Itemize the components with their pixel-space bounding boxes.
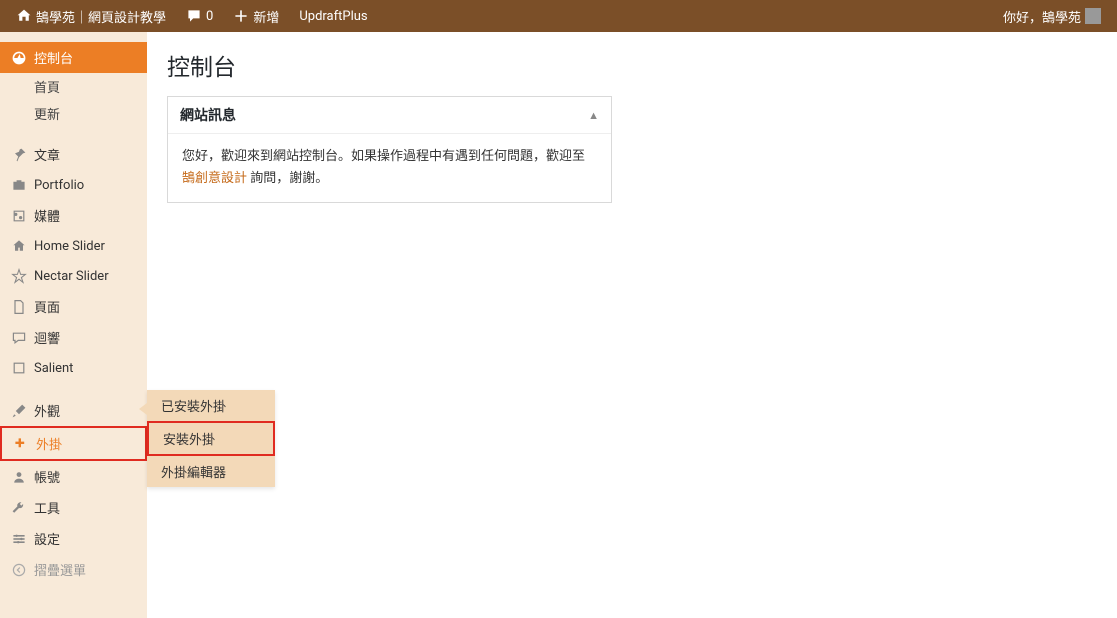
sidebar-item-pages[interactable]: 頁面 xyxy=(0,291,147,322)
submenu-installed-plugins[interactable]: 已安裝外掛 xyxy=(147,390,275,421)
plus-icon xyxy=(233,8,249,24)
settings-label: 設定 xyxy=(34,529,60,548)
media-icon xyxy=(10,207,28,225)
pages-label: 頁面 xyxy=(34,297,60,316)
admin-toolbar: 鵠學苑｜網頁設計教學 0 新增 UpdraftPlus 你好，鵠學苑 xyxy=(0,0,1117,32)
sidebar-item-nectar-slider[interactable]: Nectar Slider xyxy=(0,261,147,291)
comment-icon xyxy=(186,8,202,24)
main-content: 控制台 網站訊息 ▲ 您好，歡迎來到網站控制台。如果操作過程中有遇到任何問題，歡… xyxy=(147,32,1117,618)
user-icon xyxy=(10,468,28,486)
dashboard-icon xyxy=(10,49,28,67)
submenu-add-plugin[interactable]: 安裝外掛 xyxy=(147,421,275,456)
widget-text-pre: 您好，歡迎來到網站控制台。如果操作過程中有遇到任何問題，歡迎至 xyxy=(182,149,585,164)
sidebar-sub-updates[interactable]: 更新 xyxy=(0,100,147,127)
sidebar-item-settings[interactable]: 設定 xyxy=(0,523,147,554)
comments-label: 迴響 xyxy=(34,328,60,347)
sidebar-item-plugins[interactable]: 外掛 xyxy=(0,426,147,461)
site-name: 鵠學苑｜網頁設計教學 xyxy=(36,7,166,26)
greeting: 你好，鵠學苑 xyxy=(1003,7,1081,26)
widget-text-post: 詢問，謝謝。 xyxy=(247,171,328,186)
dashboard-widget: 網站訊息 ▲ 您好，歡迎來到網站控制台。如果操作過程中有遇到任何問題，歡迎至 鵠… xyxy=(167,96,612,203)
home-icon xyxy=(16,8,32,24)
sidebar-item-comments[interactable]: 迴響 xyxy=(0,322,147,353)
posts-label: 文章 xyxy=(34,145,60,164)
appearance-label: 外觀 xyxy=(34,401,60,420)
account-link[interactable]: 你好，鵠學苑 xyxy=(995,0,1109,32)
plugins-submenu: 已安裝外掛 安裝外掛 外掛編輯器 xyxy=(147,390,275,487)
collapse-icon xyxy=(10,561,28,579)
settings-icon xyxy=(10,530,28,548)
sidebar-item-dashboard[interactable]: 控制台 xyxy=(0,42,147,73)
plugins-label: 外掛 xyxy=(36,434,62,453)
sidebar-item-media[interactable]: 媒體 xyxy=(0,200,147,231)
comments-count: 0 xyxy=(206,9,213,24)
comments-link[interactable]: 0 xyxy=(178,0,221,32)
sidebar-item-appearance[interactable]: 外觀 xyxy=(0,395,147,426)
home-icon xyxy=(10,237,28,255)
page-title: 控制台 xyxy=(167,48,1097,82)
updraft-link[interactable]: UpdraftPlus xyxy=(291,0,375,32)
site-link[interactable]: 鵠學苑｜網頁設計教學 xyxy=(8,0,174,32)
sidebar-item-users[interactable]: 帳號 xyxy=(0,461,147,492)
salient-icon xyxy=(10,359,28,377)
home-slider-label: Home Slider xyxy=(34,239,105,254)
updraft-label: UpdraftPlus xyxy=(299,9,367,24)
sidebar-item-posts[interactable]: 文章 xyxy=(0,139,147,170)
avatar xyxy=(1085,8,1101,24)
widget-header[interactable]: 網站訊息 ▲ xyxy=(168,97,611,134)
sidebar-item-salient[interactable]: Salient xyxy=(0,353,147,383)
new-label: 新增 xyxy=(253,7,279,26)
media-label: 媒體 xyxy=(34,206,60,225)
page-icon xyxy=(10,298,28,316)
submenu-plugin-editor[interactable]: 外掛編輯器 xyxy=(147,456,275,487)
plugin-icon xyxy=(12,435,30,453)
sidebar-collapse[interactable]: 摺疊選單 xyxy=(0,554,147,585)
sidebar-item-tools[interactable]: 工具 xyxy=(0,492,147,523)
portfolio-label: Portfolio xyxy=(34,178,84,193)
sidebar-sub-home[interactable]: 首頁 xyxy=(0,73,147,100)
widget-body: 您好，歡迎來到網站控制台。如果操作過程中有遇到任何問題，歡迎至 鵠創意設計 詢問… xyxy=(168,134,611,202)
nectar-slider-label: Nectar Slider xyxy=(34,269,109,284)
widget-link[interactable]: 鵠創意設計 xyxy=(182,171,247,186)
pin-icon xyxy=(10,146,28,164)
sidebar-item-home-slider[interactable]: Home Slider xyxy=(0,231,147,261)
wrench-icon xyxy=(10,499,28,517)
widget-title: 網站訊息 xyxy=(180,105,236,125)
users-label: 帳號 xyxy=(34,467,60,486)
comment-icon xyxy=(10,329,28,347)
star-icon xyxy=(10,267,28,285)
tools-label: 工具 xyxy=(34,498,60,517)
new-content-link[interactable]: 新增 xyxy=(225,0,287,32)
salient-label: Salient xyxy=(34,361,73,376)
chevron-up-icon[interactable]: ▲ xyxy=(588,109,599,122)
dashboard-label: 控制台 xyxy=(34,48,73,67)
portfolio-icon xyxy=(10,176,28,194)
admin-sidebar: 控制台 首頁 更新 文章 Portfolio 媒體 Home Slider Ne… xyxy=(0,32,147,618)
sidebar-item-portfolio[interactable]: Portfolio xyxy=(0,170,147,200)
collapse-label: 摺疊選單 xyxy=(34,560,86,579)
brush-icon xyxy=(10,402,28,420)
